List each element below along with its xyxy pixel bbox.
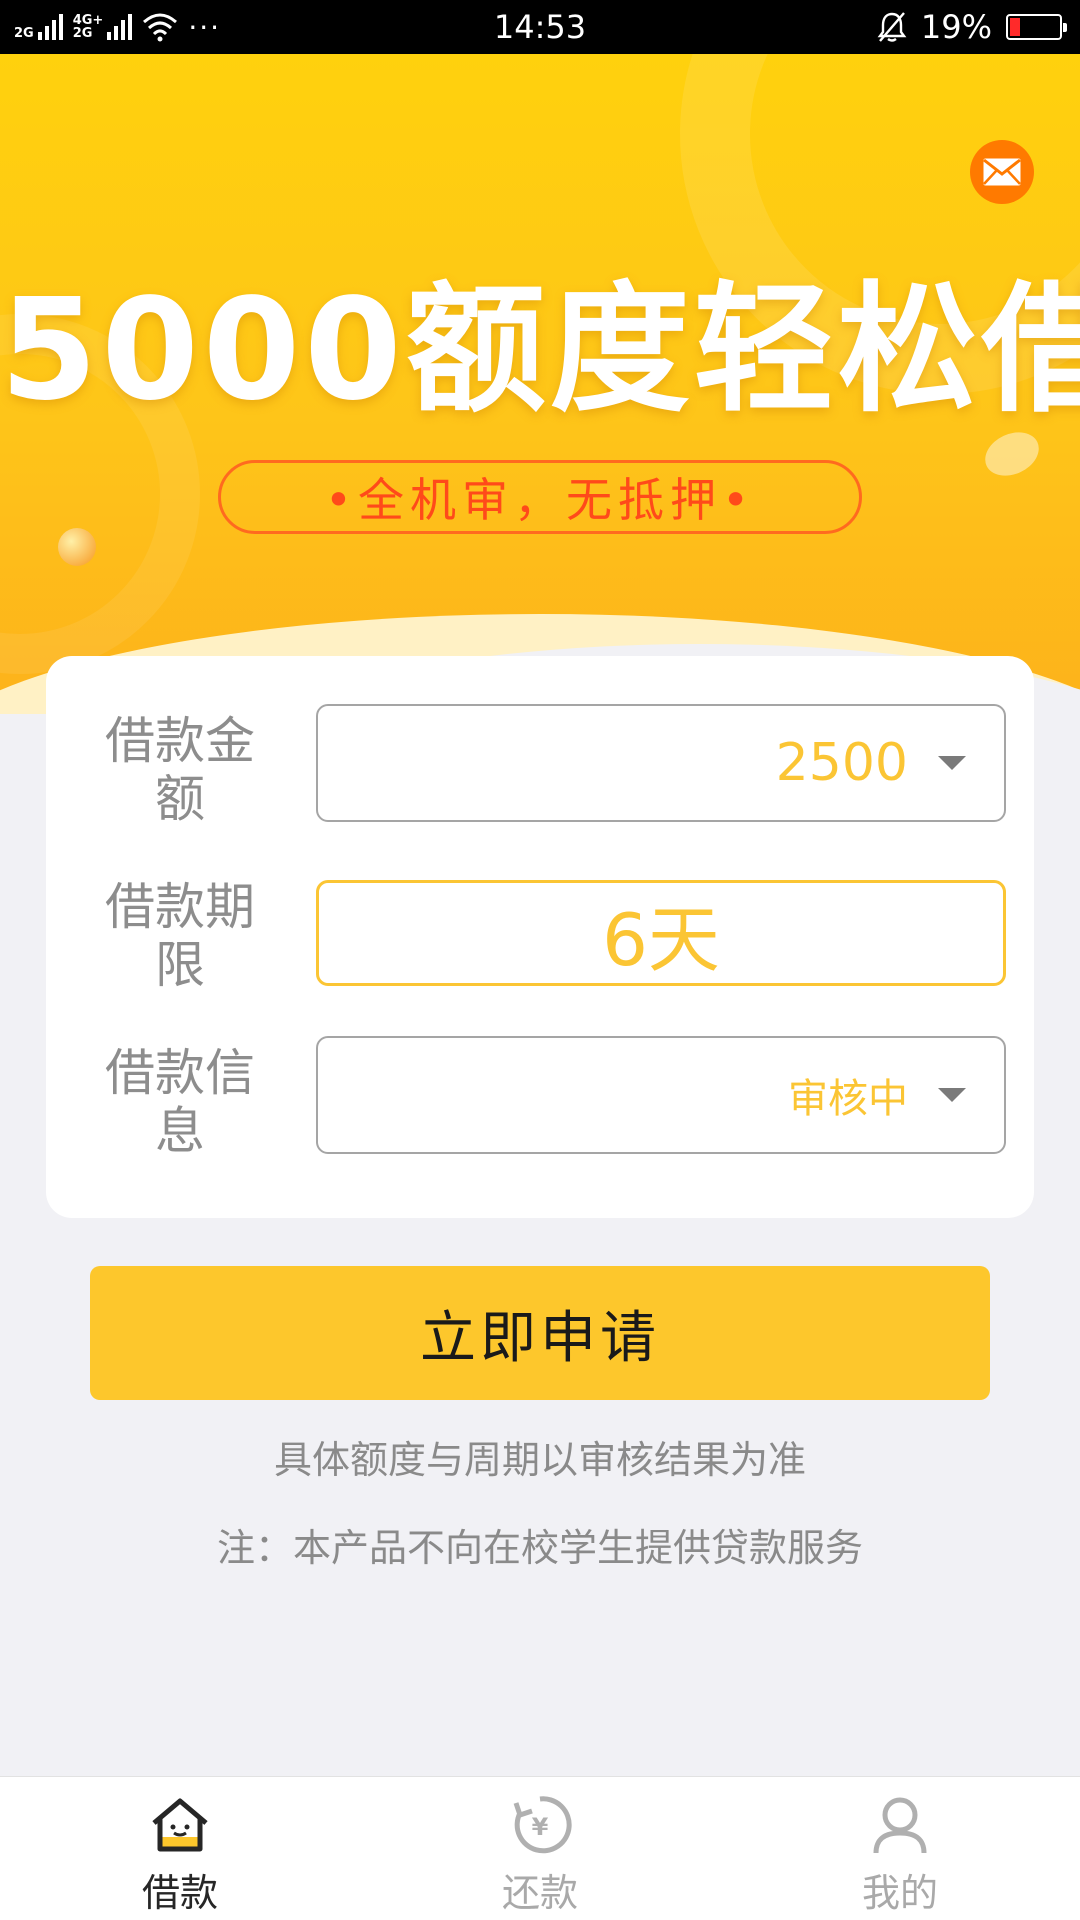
banner-subtitle: •全机审，无抵押• [218,460,862,534]
envelope-icon [983,158,1021,186]
battery-icon [1006,14,1067,40]
decor-orb [58,528,96,566]
svg-text:¥: ¥ [532,1813,549,1841]
home-icon [152,1798,208,1852]
amount-select[interactable]: 2500 [316,704,1006,822]
decor-leaf [978,424,1046,484]
tab-borrow[interactable]: 借款 [80,1793,280,1917]
term-value: 6天 [602,897,720,982]
message-button[interactable] [970,140,1034,204]
status-bar: 2G 4G+ 2G ··· 14:53 19% [0,0,1080,54]
tab-mine[interactable]: 我的 [800,1793,1000,1917]
tab-repay-label: 还款 [501,1871,578,1915]
battery-percent: 19% [920,8,992,46]
amount-value: 2500 [775,733,908,793]
note-students: 注：本产品不向在校学生提供贷款服务 [216,1526,863,1570]
chevron-down-icon [938,756,966,770]
apply-button[interactable]: 立即申请 [90,1266,990,1400]
chevron-down-icon [938,1088,966,1102]
loan-form-card: 借款金额 2500 借款期限 6天 借款信息 审核中 [46,656,1034,1218]
tab-repay[interactable]: ¥ 还款 [440,1793,640,1917]
term-field[interactable]: 6天 [316,880,1006,986]
tab-mine-label: 我的 [861,1871,938,1915]
term-label: 借款期限 [105,878,255,994]
status-right: 19% [877,8,1067,46]
banner-headline: 5000额度轻松借 [0,269,1080,432]
info-select[interactable]: 审核中 [316,1036,1006,1154]
info-value: 审核中 [788,1076,908,1122]
info-label: 借款信息 [105,1044,255,1160]
bottom-tab-bar: 借款 ¥ 还款 我的 [0,1776,1080,1920]
note-quota: 具体额度与周期以审核结果为准 [273,1438,806,1482]
user-icon [873,1797,927,1854]
bell-muted-icon [877,12,907,42]
amount-label: 借款金额 [105,712,255,828]
tab-borrow-label: 借款 [141,1871,218,1915]
repay-icon: ¥ [513,1796,572,1854]
